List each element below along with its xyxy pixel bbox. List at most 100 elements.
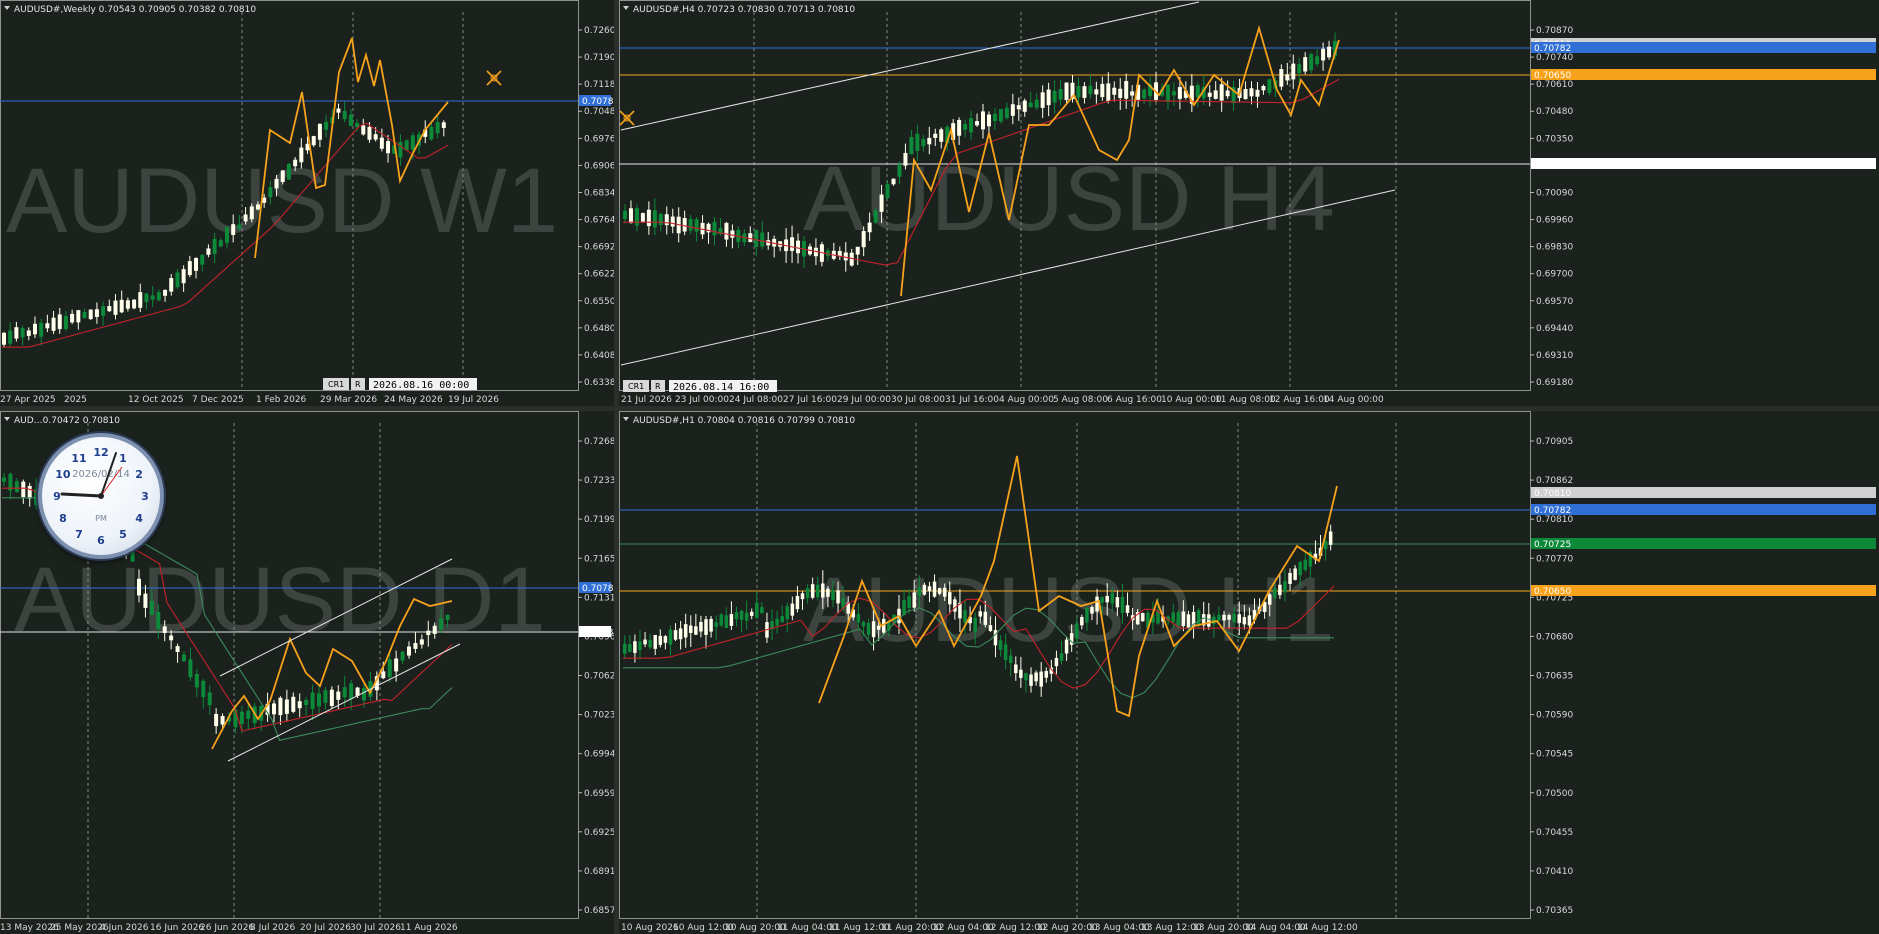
candle-body (175, 646, 180, 652)
r-button-label: R (355, 380, 361, 389)
price-axis-label: 0.70480 (1536, 107, 1573, 117)
time-axis-label: 23 Jul 00:00 (675, 395, 729, 405)
candle-body (1309, 54, 1314, 71)
time-axis-label: 24 May 2026 (384, 395, 443, 405)
clock-hour-hand (60, 492, 103, 498)
candle-body (367, 126, 372, 140)
time-axis-label: 2025 (64, 395, 87, 405)
candle-body (986, 114, 991, 127)
candle-body (317, 123, 322, 140)
time-axis-label: 14 Aug 12:00 (1297, 923, 1358, 933)
candle-body (785, 606, 790, 619)
candle-body (903, 152, 908, 166)
candle-body (1273, 588, 1277, 598)
candle-body (149, 600, 154, 616)
candle-body (361, 125, 366, 135)
chart-frame (619, 411, 1531, 919)
candle-body (739, 610, 744, 621)
price-axis-label: 0.68910 (584, 867, 614, 877)
candle-body (1165, 84, 1170, 102)
chart-panel-w1[interactable]: AUDUSD W1 0.72600 0.71900 0.71180 0.70480 0.6… (0, 0, 614, 406)
candle-body (1213, 90, 1218, 99)
candle-body (917, 587, 922, 596)
candle-body (643, 639, 647, 645)
candle-body (439, 618, 444, 630)
chart-canvas-h4[interactable]: AUDUSD H40.708700.707400.706100.704800.7… (619, 0, 1879, 406)
time-axis-label: 8 Jul 2026 (250, 923, 295, 933)
candle-body (2, 477, 6, 482)
candle-body (1303, 559, 1308, 570)
trend-channel-line (620, 1, 1200, 131)
candle-body (988, 625, 993, 632)
candle-body (810, 584, 815, 598)
candle-body (689, 625, 693, 634)
candle-body (678, 628, 683, 640)
candle-body (1022, 100, 1027, 112)
mt4-terminal: AUDUSD W1 0.72600 0.71900 0.71180 0.70480 0.6… (0, 0, 1879, 934)
candle-body (1255, 89, 1260, 97)
candle-body (730, 230, 735, 238)
candle-body (400, 651, 405, 661)
candle-body (311, 136, 316, 146)
time-axis-label: 16 Jun 2026 (150, 923, 204, 933)
datetime-label: 2026.08.16 00:00 (373, 380, 469, 391)
candle-body (26, 330, 31, 336)
chart-panel-h4[interactable]: AUDUSD H4 0.70870 0.70740 0.70610 0.70480 0.7… (619, 0, 1879, 406)
chart-canvas-w1[interactable]: AUDUSD W1 0.72600 0.71900 0.71180 0.70480 0.6… (0, 0, 614, 406)
candle-body (187, 261, 192, 276)
crosshair-icon (486, 70, 502, 86)
candle-body (181, 269, 186, 284)
chart-panel-h1[interactable]: AUDUSD H1 0.70905 0.70862 0.70810 0.70770 0.7… (619, 411, 1879, 934)
candle-body (754, 230, 759, 247)
candle-body (815, 584, 820, 598)
candle-body (634, 208, 639, 226)
candle-body (775, 618, 779, 626)
clock-number: 7 (75, 528, 83, 541)
candle-body (1019, 669, 1023, 678)
candle-body (299, 147, 304, 163)
candle-body (1034, 672, 1038, 682)
candle-body (1176, 612, 1181, 626)
candle-body (348, 114, 353, 127)
splitter-vertical[interactable] (614, 0, 619, 934)
candle-body (138, 292, 143, 308)
chart-watermark: AUDUSD W1 (6, 150, 558, 252)
candle-body (150, 295, 155, 300)
candle-body (652, 210, 657, 228)
candle-body (640, 213, 645, 222)
candle-body (175, 272, 180, 288)
candle-body (1118, 88, 1123, 98)
splitter-horizontal[interactable] (0, 406, 1879, 411)
price-tag-text: 0.70782 (1534, 506, 1571, 516)
candle-body (1267, 594, 1272, 605)
candle-body (336, 691, 341, 700)
candle-body (410, 135, 415, 150)
candle-body (975, 121, 980, 126)
candle-body (156, 292, 161, 301)
candle-body (1085, 607, 1089, 623)
candle-body (201, 680, 206, 698)
price-axis-label: 0.70635 (1536, 672, 1573, 682)
chart-header-info: AUDUSD#,H4 0.70723 0.70830 0.70713 0.708… (633, 5, 855, 15)
price-axis-label: 0.71900 (584, 53, 614, 63)
candle-body (1105, 595, 1109, 603)
candle-body (218, 240, 223, 247)
candle-body (755, 602, 759, 618)
time-axis-label: 1 Feb 2026 (256, 395, 307, 405)
candle-body (27, 485, 32, 499)
candle-body (274, 178, 279, 189)
price-tag (1531, 69, 1876, 80)
candle-body (927, 586, 932, 592)
candle-body (897, 164, 902, 177)
candle-body (709, 618, 713, 632)
analog-clock-widget[interactable]: 12 1 2 3 4 5 6 7 8 9 10 11 2026/02/14 PM (38, 433, 164, 559)
candle-body (909, 136, 914, 155)
candle-body (156, 612, 161, 629)
price-axis-label: 0.66920 (584, 243, 614, 253)
candle-body (1142, 89, 1147, 99)
candle-body (805, 588, 810, 599)
time-axis-label: 27 Jul 16:00 (783, 395, 837, 405)
candle-body (268, 187, 273, 198)
chart-canvas-h1[interactable]: AUDUSD H10.709050.708620.708100.707700.7… (619, 411, 1879, 934)
candle-body (1130, 91, 1135, 96)
